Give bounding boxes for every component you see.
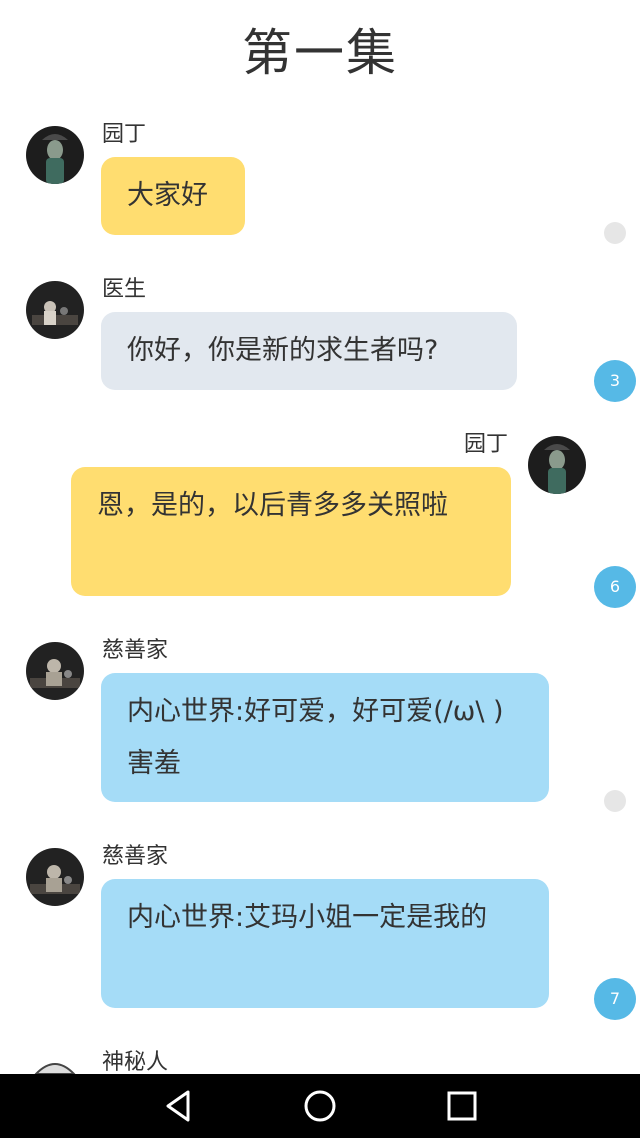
back-icon [166,1090,190,1122]
message-text: 大家好 [127,180,208,211]
unread-badge: 6 [594,566,636,608]
message-bubble[interactable]: 内心世界:好可爱，好可爱(/ω\ )害羞 [101,673,549,802]
message-text: 你好，你是新的求生者吗? [127,335,439,366]
avatar-gardener[interactable] [528,436,586,494]
speaker-name: 慈善家 [102,844,169,869]
speaker-name: 园丁 [464,432,509,457]
message-text: 内心世界:艾玛小姐一定是我的 [127,902,488,933]
speaker-name: 神秘人 [102,1050,169,1075]
home-button[interactable] [280,1074,360,1138]
unread-badge: 3 [594,360,636,402]
message-text: 内心世界:好可爱，好可爱(/ω\ )害羞 [127,696,504,779]
read-indicator [604,222,626,244]
avatar-philanthropist[interactable] [26,642,84,700]
home-icon [304,1090,336,1122]
recents-button[interactable] [422,1074,502,1138]
avatar-gardener[interactable] [26,126,84,184]
message-bubble[interactable]: 大家好 [101,157,245,235]
back-button[interactable] [138,1074,218,1138]
message-bubble[interactable]: 内心世界:艾玛小姐一定是我的 [101,879,549,1008]
speaker-name: 园丁 [102,122,147,147]
unread-badge: 7 [594,978,636,1020]
navigation-bar [0,1074,640,1138]
avatar-doctor[interactable] [26,281,84,339]
read-indicator [604,790,626,812]
recents-icon [447,1091,477,1121]
page-title: 第一集 [242,24,398,82]
message-bubble[interactable]: 你好，你是新的求生者吗? [101,312,517,390]
message-text: 恩，是的，以后青多多关照啦 [97,490,448,521]
avatar-mystery-person[interactable] [26,1054,84,1074]
avatar-philanthropist[interactable] [26,848,84,906]
message-bubble[interactable]: 恩，是的，以后青多多关照啦 [71,467,511,596]
speaker-name: 慈善家 [102,638,169,663]
speaker-name: 医生 [102,277,147,302]
